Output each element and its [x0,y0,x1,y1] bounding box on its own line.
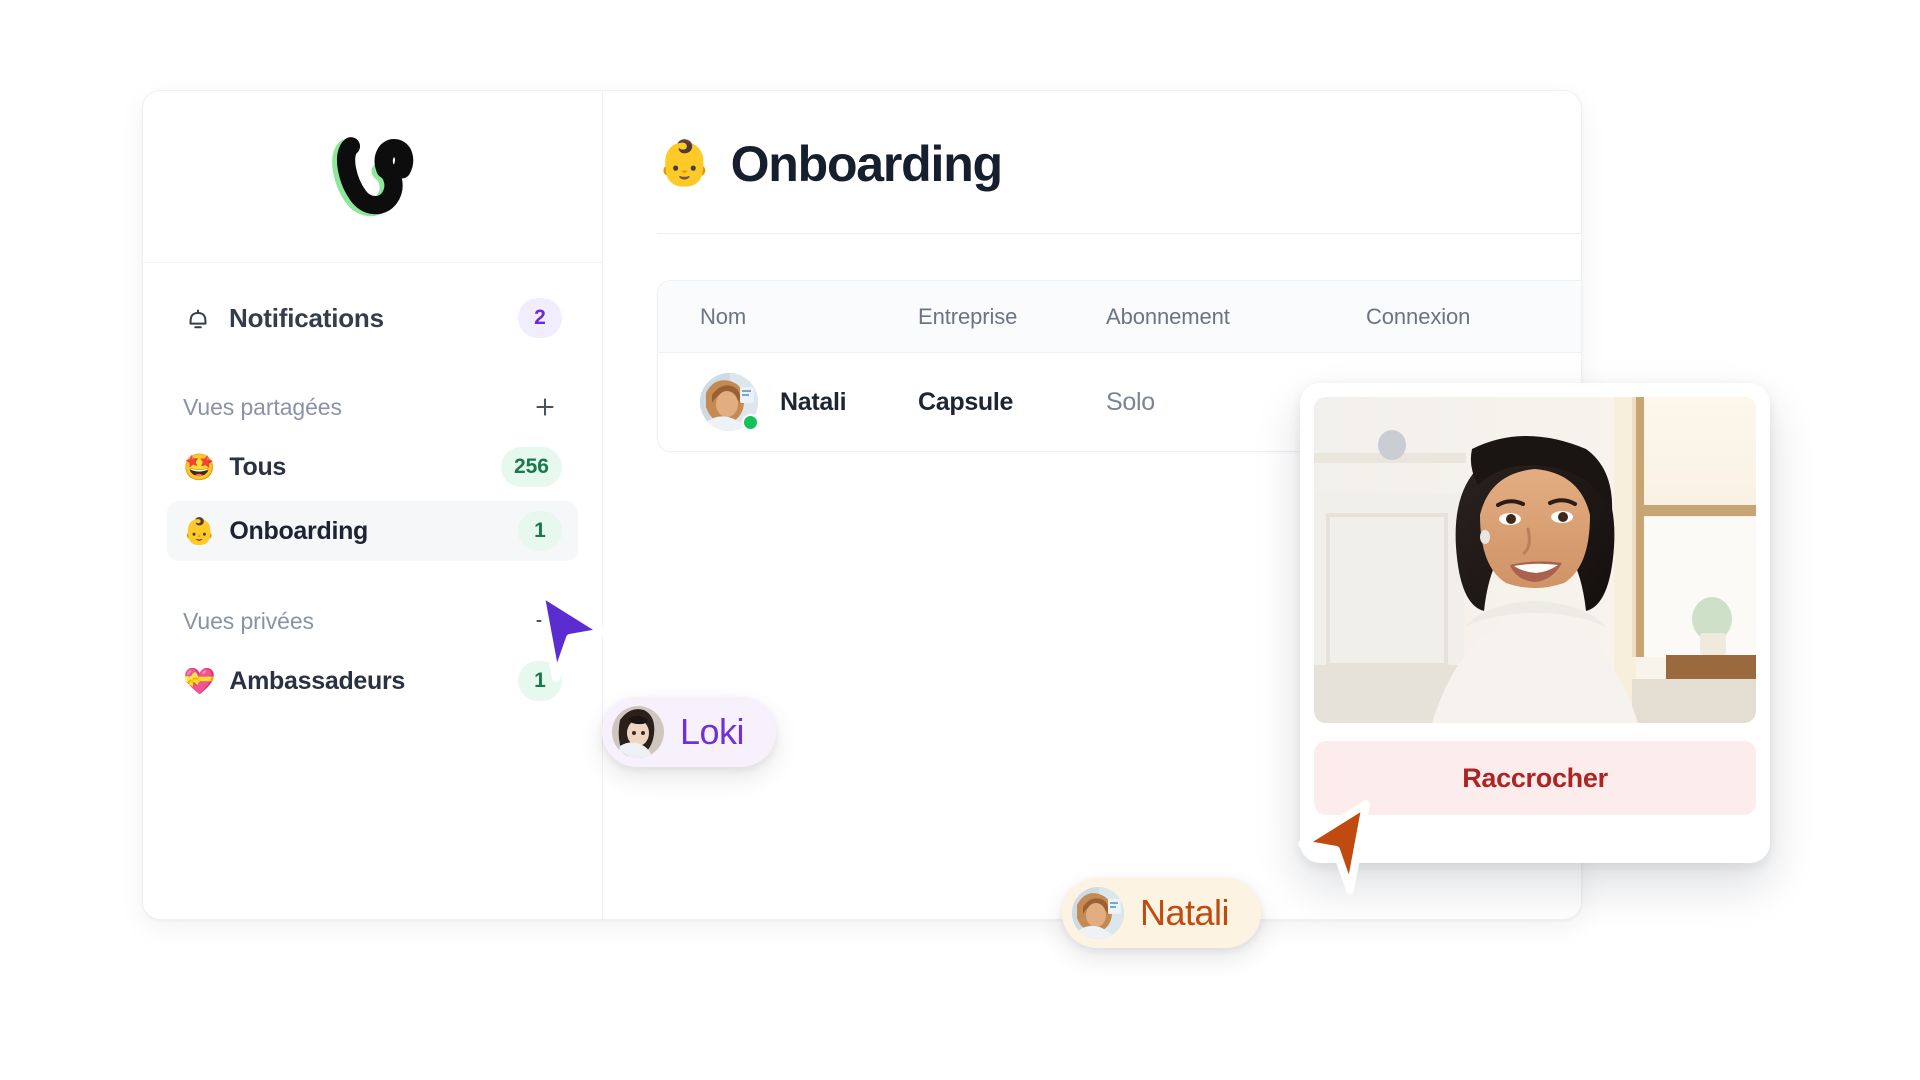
natali-avatar [1072,887,1124,939]
table-header-row: Nom Entreprise Abonnement Connexion [658,281,1581,353]
presence-indicator-online [742,414,759,431]
app-screenshot: Notifications 2 Vues partagées 🤩 Tous 25… [0,0,1920,1080]
section-header-private-views: Vues privées [167,595,578,647]
loki-avatar [612,706,664,758]
cell-value-nom: Natali [780,387,847,416]
sidebar-item-ambassadeurs[interactable]: 💝 Ambassadeurs 1 [167,651,578,711]
column-header-abonnement[interactable]: Abonnement [1106,304,1366,330]
cursor-label-loki: Loki [602,697,777,767]
sidebar-item-label: Ambassadeurs [229,666,406,695]
section-title: Vues privées [183,607,314,634]
cursor-label-text: Natali [1140,892,1230,933]
avatar [700,373,759,431]
sidebar-item-label: Notifications [229,302,384,333]
add-shared-view-button[interactable] [528,390,562,424]
sidebar-item-notifications[interactable]: Notifications 2 [167,289,578,347]
star-struck-face-emoji: 🤩 [183,452,216,482]
page-title: 👶 Onboarding [657,135,1581,193]
plus-icon [532,394,558,420]
sidebar-item-onboarding[interactable]: 👶 Onboarding 1 [167,501,578,561]
sidebar-item-label: Onboarding [229,516,369,545]
cell-nom: Natali [700,373,918,431]
cursor-natali [1294,800,1372,900]
hangup-button[interactable]: Raccrocher [1314,741,1756,815]
vizio-v-logo-icon[interactable] [325,129,421,225]
count-badge: 256 [500,447,562,487]
column-header-nom[interactable]: Nom [700,304,918,330]
section-title: Vues partagées [183,393,342,420]
video-participant-thumbnail[interactable] [1314,397,1756,723]
column-header-connexion[interactable]: Connexion [1366,304,1581,330]
video-call-card: Raccrocher [1300,383,1770,863]
section-header-shared-views: Vues partagées [167,381,578,433]
logo-area [143,91,602,263]
notifications-badge: 2 [518,298,562,338]
column-header-entreprise[interactable]: Entreprise [918,304,1106,330]
sidebar-item-tous[interactable]: 🤩 Tous 256 [167,437,578,497]
title-divider [657,233,1581,234]
cell-value-entreprise: Capsule [918,387,1014,416]
count-badge: 1 [518,511,562,551]
page-title-text: Onboarding [730,136,1004,192]
heart-with-ribbon-emoji: 💝 [183,666,216,696]
sidebar-item-label: Tous [229,452,287,481]
baby-emoji: 👶 [183,516,216,546]
sidebar: Notifications 2 Vues partagées 🤩 Tous 25… [143,91,603,919]
cursor-label-natali: Natali [1062,878,1262,948]
baby-emoji: 👶 [657,139,712,188]
cursor-loki [534,588,612,688]
bell-icon [183,303,213,333]
cursor-label-text: Loki [680,711,745,752]
